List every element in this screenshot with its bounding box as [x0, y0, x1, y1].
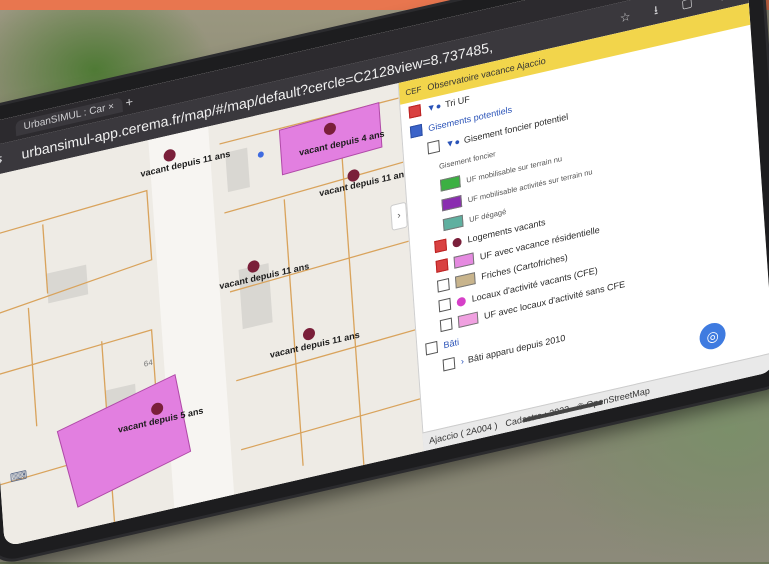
layer-checkbox[interactable] — [435, 258, 449, 273]
layer-checkbox[interactable] — [408, 104, 422, 119]
legend-swatch — [441, 195, 463, 212]
layer-checkbox[interactable] — [427, 139, 441, 155]
tablet-photo: UrbanSIMUL : Car × + ⇆ urbansimul-app.ce… — [0, 0, 769, 564]
site-info-icon[interactable]: ⇆ — [0, 151, 3, 169]
panel-toggle-button[interactable]: › — [390, 201, 408, 231]
chevron-right-icon: › — [460, 355, 465, 367]
tablet-device: UrbanSIMUL : Car × + ⇆ urbansimul-app.ce… — [0, 0, 769, 564]
legend-swatch — [439, 175, 461, 192]
layer-checkbox[interactable] — [434, 238, 448, 254]
layer-swatch — [453, 252, 475, 269]
layer-checkbox[interactable] — [436, 278, 450, 293]
layer-swatch — [454, 272, 476, 289]
new-tab-icon[interactable]: + — [125, 94, 134, 111]
layer-icon: ▼● — [445, 136, 461, 150]
layer-checkbox[interactable] — [439, 317, 453, 333]
layer-dot — [456, 295, 467, 307]
layer-swatch — [457, 311, 479, 328]
layer-label: Tri UF — [444, 93, 471, 110]
layer-checkbox[interactable] — [409, 123, 423, 139]
layer-dot — [452, 236, 462, 248]
layer-icon: ▼● — [426, 100, 442, 114]
locate-icon[interactable]: ◎ — [698, 320, 727, 352]
layer-checkbox[interactable] — [442, 356, 456, 372]
tablet-screen: UrbanSIMUL : Car × + ⇆ urbansimul-app.ce… — [0, 0, 769, 547]
layer-checkbox[interactable] — [425, 340, 439, 356]
cef-badge: CEF — [405, 84, 422, 97]
legend-swatch — [442, 214, 464, 232]
tab-close-icon[interactable]: × — [108, 101, 115, 113]
layer-label: Bâti — [443, 336, 460, 351]
layer-checkbox[interactable] — [438, 297, 452, 313]
